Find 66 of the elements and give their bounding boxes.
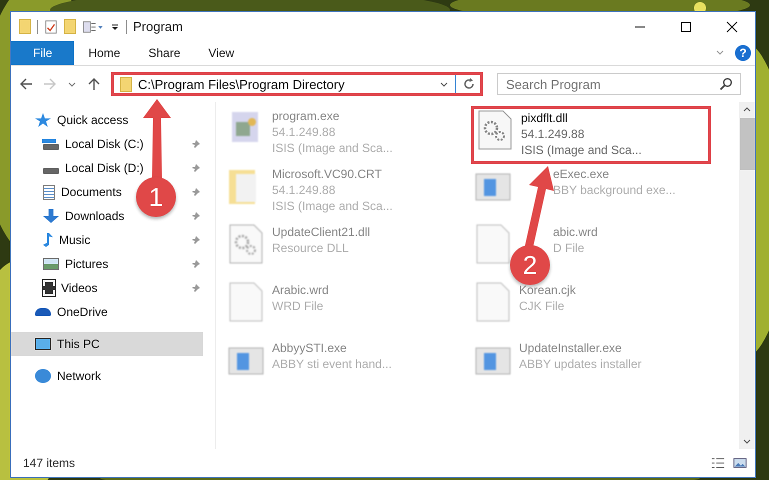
pin-icon[interactable] — [191, 283, 201, 293]
nav-item[interactable]: Videos — [61, 281, 98, 295]
film-icon — [43, 280, 55, 296]
nav-item[interactable]: OneDrive — [57, 305, 108, 319]
file-detail: 54.1.249.88 — [272, 124, 336, 140]
address-bar[interactable]: C:\Program Files\Program Directory — [111, 72, 483, 96]
address-path: C:\Program Files\Program Directory — [138, 76, 346, 92]
checklist-icon[interactable] — [44, 20, 58, 34]
gear-file-icon — [477, 110, 513, 150]
item-count: 147 items — [23, 456, 76, 470]
pin-icon[interactable] — [191, 139, 201, 149]
thumbnail-view-icon[interactable] — [733, 456, 747, 470]
file-detail: 54.1.249.88 — [521, 126, 586, 142]
folder-icon — [120, 76, 132, 92]
file-item[interactable]: pixdflt.dll 54.1.249.88 ISIS (Image and Sca... — [471, 106, 711, 164]
nav-item[interactable]: Downloads — [65, 209, 124, 223]
nav-item[interactable]: Music — [59, 233, 90, 247]
ribbon-tab[interactable]: Share — [134, 41, 194, 65]
file-icon — [475, 282, 511, 322]
file-detail: CJK File — [519, 298, 566, 314]
nav-item[interactable]: Documents — [61, 185, 122, 199]
file-detail: 54.1.249.88 — [272, 182, 336, 198]
scroll-thumb[interactable] — [740, 118, 754, 170]
file-detail: ISIS (Image and Sca... — [521, 142, 642, 158]
gear-file-icon — [228, 224, 264, 264]
file-detail: ABBY updates installer — [519, 356, 642, 372]
drive-icon — [43, 168, 59, 174]
file-name: pixdflt.dll — [521, 110, 569, 126]
pin-icon[interactable] — [191, 163, 201, 173]
file-icon — [228, 282, 264, 322]
nav-item[interactable]: Local Disk (C:) — [65, 137, 144, 151]
file-detail: WRD File — [272, 298, 324, 314]
nav-item[interactable]: Local Disk (D:) — [65, 161, 144, 175]
cloud-icon — [35, 308, 51, 316]
pin-icon[interactable] — [191, 235, 201, 245]
nav-item[interactable]: Quick access — [57, 113, 128, 127]
details-view-icon[interactable] — [711, 456, 725, 470]
pin-icon[interactable] — [191, 259, 201, 269]
search-icon — [719, 77, 733, 91]
pin-icon[interactable] — [191, 187, 201, 197]
file-icon — [475, 224, 511, 264]
monitor-icon — [35, 338, 51, 350]
refresh-icon[interactable] — [462, 77, 476, 91]
pin-icon[interactable] — [191, 211, 201, 221]
file-detail: ISIS (Image and Sca... — [272, 140, 393, 156]
nav-item[interactable]: This PC — [11, 332, 203, 356]
network-icon — [35, 369, 51, 383]
ribbon-tab[interactable]: Home — [74, 41, 134, 65]
search-field[interactable]: Search Program — [497, 73, 741, 95]
nav-item[interactable]: Pictures — [65, 257, 108, 271]
scrollbar[interactable] — [739, 102, 755, 449]
properties-icon[interactable] — [82, 20, 104, 34]
file-detail: Resource DLL — [272, 240, 350, 256]
nav-item[interactable]: Network — [57, 369, 102, 383]
ribbon-tab[interactable]: View — [194, 41, 248, 65]
document-icon — [43, 184, 55, 200]
help-button[interactable]: ? — [735, 45, 751, 61]
drive-icon — [43, 144, 59, 150]
file-detail: ISIS (Image and Sca... — [272, 198, 393, 214]
picture-icon — [43, 258, 59, 270]
file-detail: ABBY sti event hand... — [272, 356, 392, 372]
file-detail: BBY background exe... — [553, 182, 676, 198]
window-title: Program — [133, 19, 183, 34]
file-detail: D File — [553, 240, 586, 256]
caret-icon[interactable] — [110, 22, 120, 32]
ribbon-tab[interactable]: File — [11, 41, 74, 65]
